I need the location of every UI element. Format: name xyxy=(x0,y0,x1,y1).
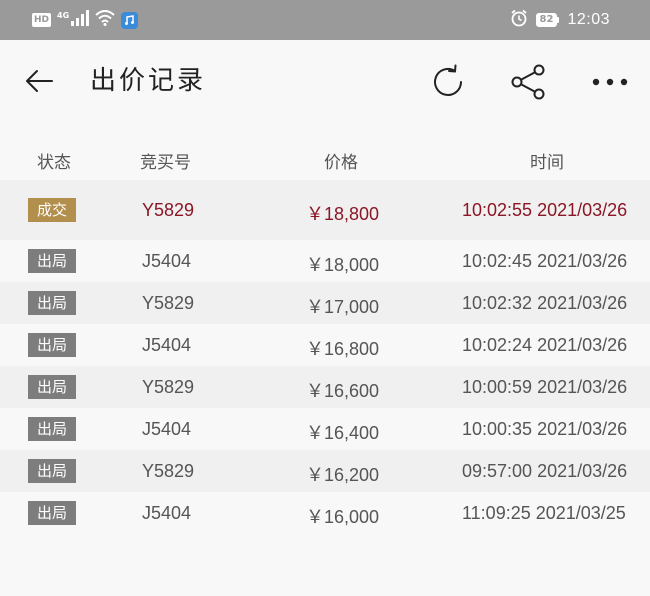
bidder-number: J5404 xyxy=(142,251,192,271)
status-badge-out: 出局 xyxy=(28,291,76,315)
table-row[interactable]: 出局 Y5829 ￥17,000 10:02:32 2021/03/26 xyxy=(0,282,650,324)
table-row[interactable]: 成交 Y5829 ￥18,800 10:02:55 2021/03/26 xyxy=(0,180,650,240)
back-arrow-icon xyxy=(26,70,53,92)
network-type: 4G xyxy=(57,10,70,20)
clock: 12:03 xyxy=(567,11,610,28)
status-badge-out: 出局 xyxy=(28,459,76,483)
bidder-number: Y5829 xyxy=(142,293,195,313)
bid-time: 10:02:45 2021/03/26 xyxy=(462,251,628,271)
bid-price: ￥16,600 xyxy=(306,381,380,401)
battery-level: 82 xyxy=(535,13,558,27)
status-badge-out: 出局 xyxy=(28,375,76,399)
status-badge-out: 出局 xyxy=(28,249,76,273)
bid-price: ￥17,000 xyxy=(306,297,380,317)
refresh-button[interactable] xyxy=(428,62,468,102)
signal-icon xyxy=(71,10,90,30)
bidder-number: Y5829 xyxy=(142,200,195,220)
status-badge-out: 出局 xyxy=(28,333,76,357)
status-bar: HD 4G 82 12:03 xyxy=(0,0,650,40)
status-badge-out: 出局 xyxy=(28,417,76,441)
more-button[interactable] xyxy=(590,62,630,102)
bid-time: 10:02:32 2021/03/26 xyxy=(462,293,628,313)
bidder-number: J5404 xyxy=(142,335,192,355)
column-header-bidder: 竞买号 xyxy=(140,153,191,173)
bid-price: ￥16,800 xyxy=(306,339,380,359)
refresh-icon xyxy=(434,64,462,96)
table-row[interactable]: 出局 J5404 ￥16,000 11:09:25 2021/03/25 xyxy=(0,492,650,534)
bid-price: ￥16,400 xyxy=(306,423,380,443)
app-notification-icon xyxy=(121,11,139,29)
table-row[interactable]: 出局 J5404 ￥16,400 10:00:35 2021/03/26 xyxy=(0,408,650,450)
status-bar-right: 82 12:03 xyxy=(510,9,610,31)
status-badge-out: 出局 xyxy=(28,501,76,525)
page-title: 出价记录 xyxy=(90,66,207,96)
column-header-time: 时间 xyxy=(530,153,564,173)
column-header-price: 价格 xyxy=(324,153,358,173)
bid-time: 09:57:00 2021/03/26 xyxy=(462,461,628,481)
column-header-status: 状态 xyxy=(37,153,71,173)
table-row[interactable]: 出局 Y5829 ￥16,200 09:57:00 2021/03/26 xyxy=(0,450,650,492)
table-header: 状态 竞买号 价格 时间 xyxy=(0,140,650,178)
status-badge-won: 成交 xyxy=(28,198,76,222)
bidder-number: Y5829 xyxy=(142,377,195,397)
bid-price: ￥18,000 xyxy=(306,255,380,275)
alarm-icon xyxy=(510,9,528,31)
wifi-icon xyxy=(95,10,115,30)
bid-price: ￥16,200 xyxy=(306,465,380,485)
table-row[interactable]: 出局 J5404 ￥18,000 10:02:45 2021/03/26 xyxy=(0,240,650,282)
share-button[interactable] xyxy=(508,62,548,102)
bidder-number: Y5829 xyxy=(142,461,195,481)
bid-time: 10:00:35 2021/03/26 xyxy=(462,419,628,439)
bid-price: ￥16,000 xyxy=(306,507,380,527)
back-button[interactable] xyxy=(22,64,56,98)
table-row[interactable]: 出局 J5404 ￥16,800 10:02:24 2021/03/26 xyxy=(0,324,650,366)
hd-indicator: HD xyxy=(32,13,52,27)
share-icon xyxy=(511,64,545,100)
bid-time: 10:00:59 2021/03/26 xyxy=(462,377,628,397)
bid-price: ￥18,800 xyxy=(306,204,380,224)
more-icon xyxy=(592,78,628,86)
bid-time: 11:09:25 2021/03/25 xyxy=(462,503,626,523)
bid-time: 10:02:55 2021/03/26 xyxy=(462,200,628,220)
bid-time: 10:02:24 2021/03/26 xyxy=(462,335,628,355)
status-bar-left: HD 4G xyxy=(32,9,139,31)
bidder-number: J5404 xyxy=(142,503,192,523)
bidder-number: J5404 xyxy=(142,419,192,439)
table-row[interactable]: 出局 Y5829 ￥16,600 10:00:59 2021/03/26 xyxy=(0,366,650,408)
battery-icon: 82 xyxy=(535,13,560,27)
app-header: 出价记录 xyxy=(0,40,650,126)
